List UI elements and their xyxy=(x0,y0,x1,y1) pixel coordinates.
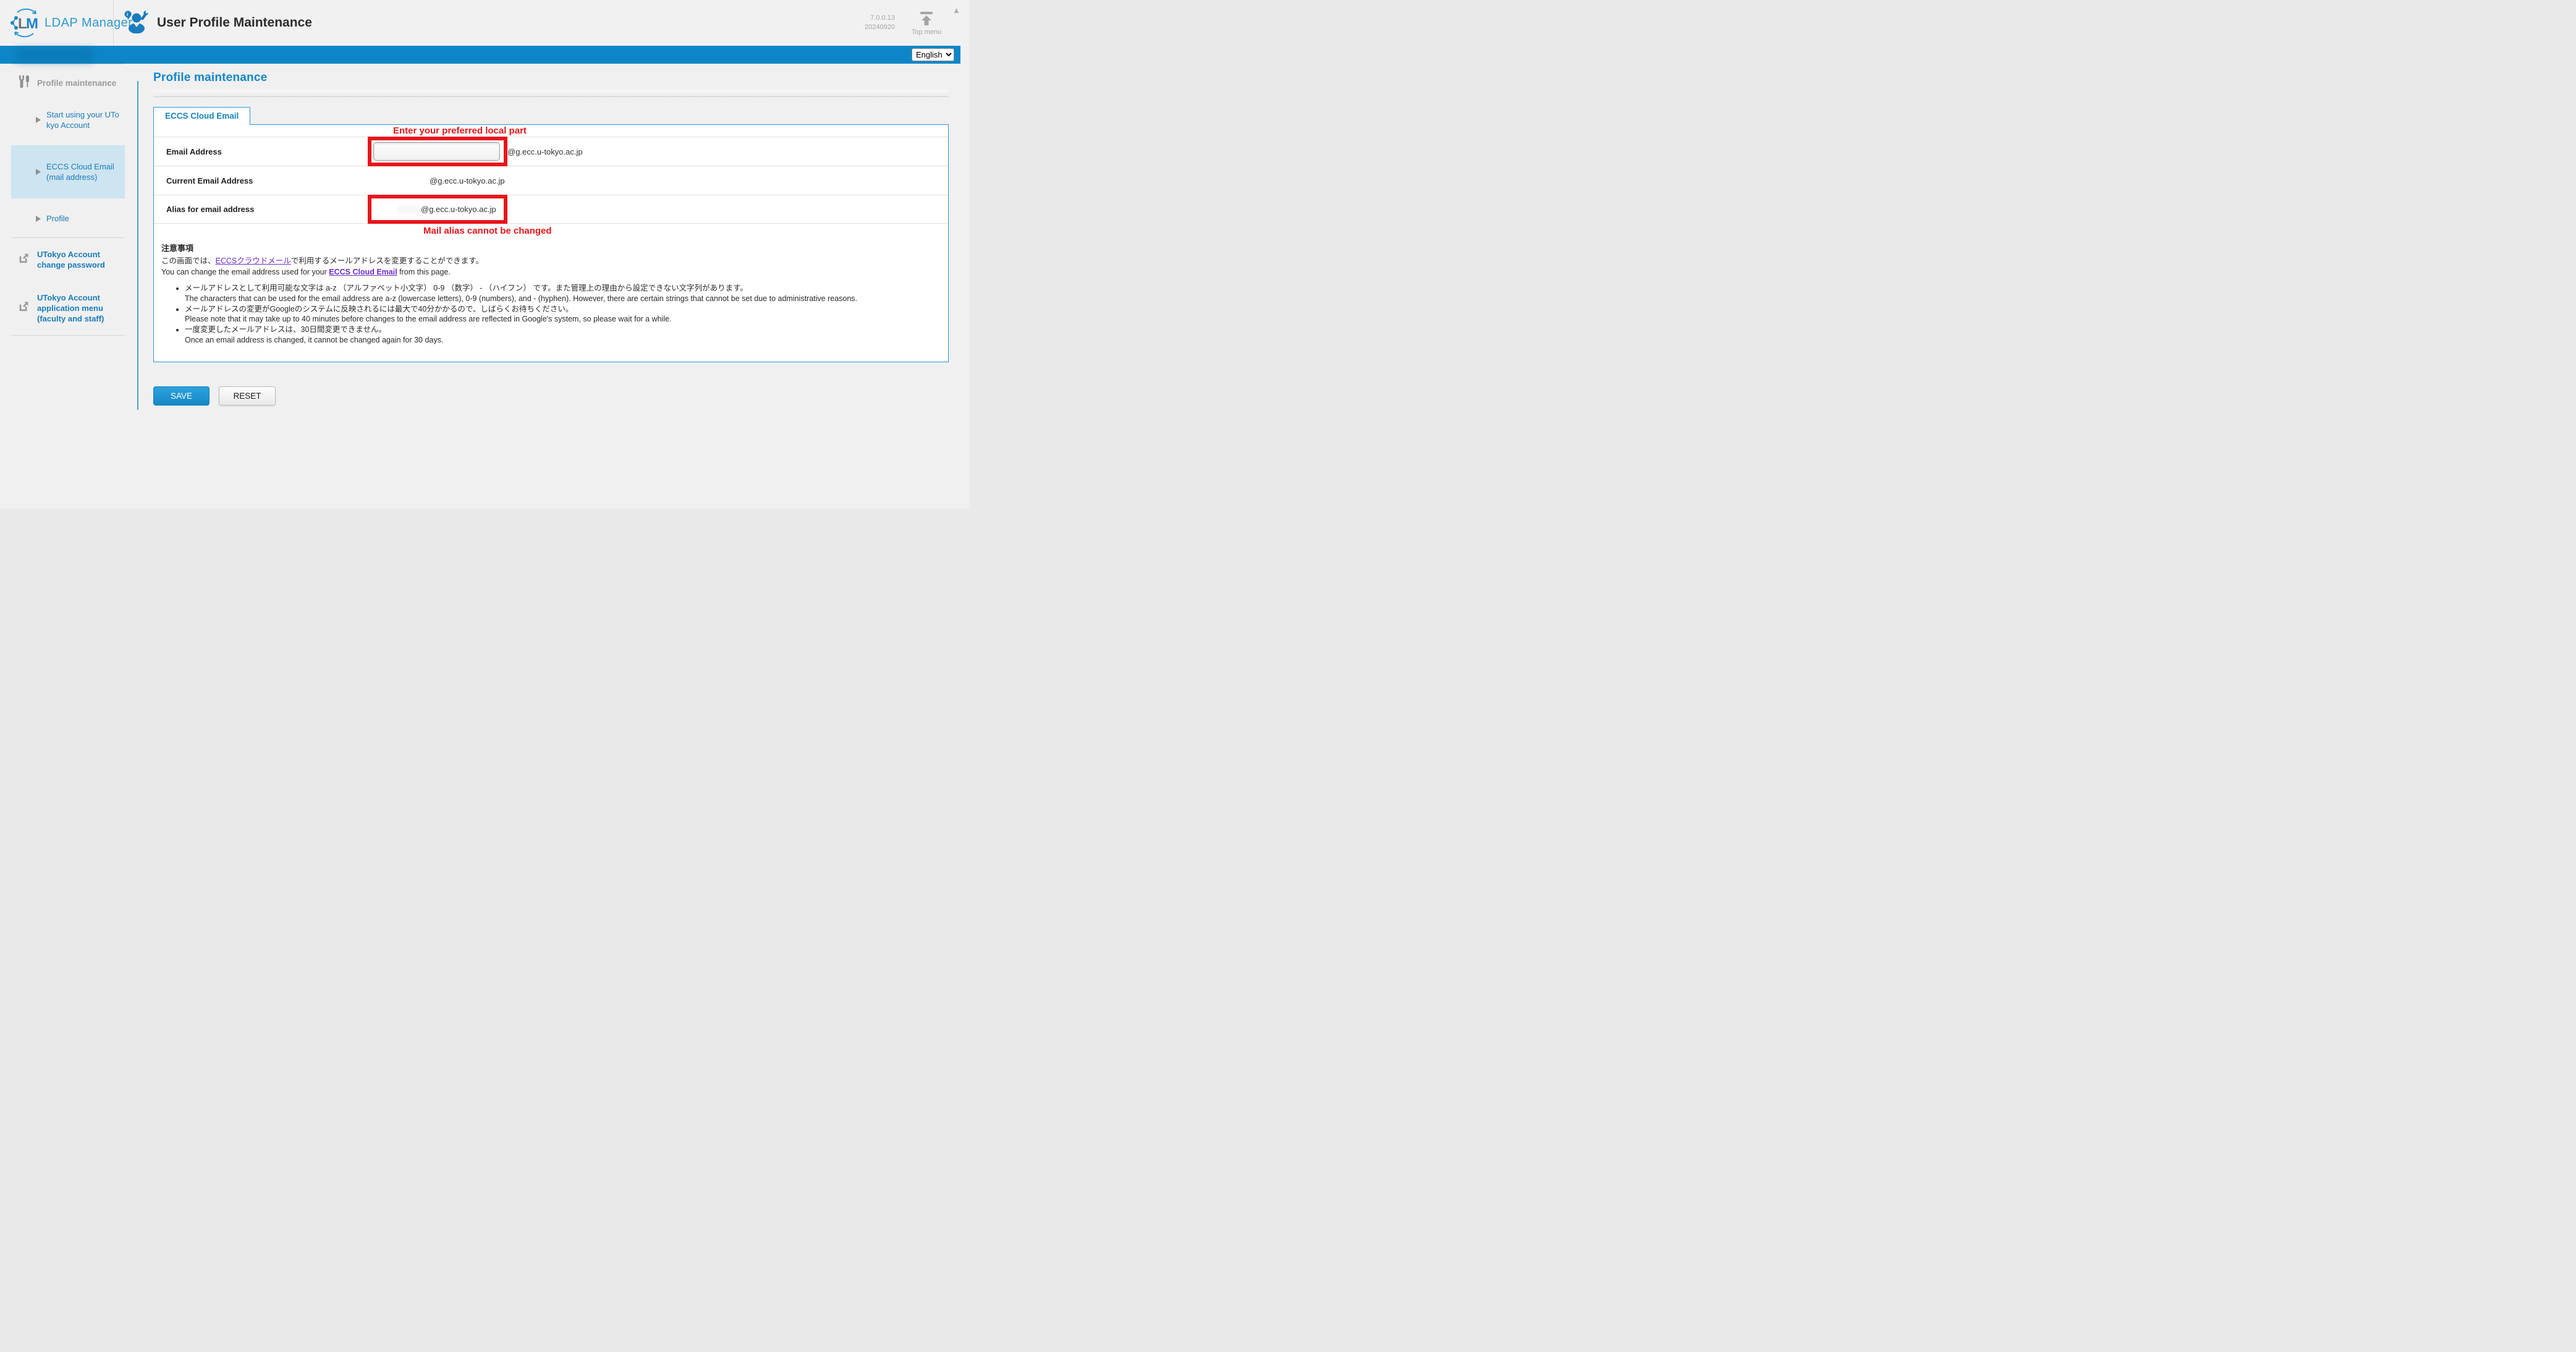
annotation-enter-local-part: Enter your preferred local part xyxy=(154,125,948,137)
sidebar-item-start-utokyo-account[interactable]: Start using your UTokyo Account xyxy=(11,101,125,139)
save-button[interactable]: SAVE xyxy=(153,386,210,406)
note-en: The characters that can be used for the … xyxy=(185,294,941,304)
language-bar: English xyxy=(0,46,960,64)
main-content: Profile maintenance ECCS Cloud Email Ent… xyxy=(137,64,969,406)
page-title-block: i User Profile Maintenance xyxy=(124,10,865,36)
current-email-row: Current Email Address @g.ecc.u-tokyo.ac.… xyxy=(154,166,948,195)
notes-heading: 注意事項 xyxy=(161,242,941,253)
page-heading: Profile maintenance xyxy=(153,71,949,85)
annotation-box-alias: @g.ecc.u-tokyo.ac.jp xyxy=(368,195,507,224)
tools-icon xyxy=(17,74,31,92)
notes-intro-en-text: You can change the email address used fo… xyxy=(161,268,329,276)
form-actions: SAVE RESET xyxy=(153,386,949,406)
email-address-row: Email Address @g.ecc.u-tokyo.ac.jp xyxy=(154,137,948,166)
alias-email-row: Alias for email address @g.ecc.u-tokyo.a… xyxy=(154,195,948,224)
notes-intro-en: You can change the email address used fo… xyxy=(161,267,941,278)
sidebar-link-label: UTokyo Account change password xyxy=(37,249,119,270)
top-menu-label: Top menu xyxy=(909,28,944,36)
scroll-top-icon[interactable]: ▲ xyxy=(952,6,960,14)
external-link-icon xyxy=(17,252,30,268)
note-jp: メールアドレスの変更がGoogleのシステムに反映されるには最大で40分かかるの… xyxy=(185,304,941,315)
sidebar-link-change-password[interactable]: UTokyo Account change password xyxy=(11,238,125,281)
redacted-alias-local-part xyxy=(397,205,420,214)
note-jp: 一度変更したメールアドレスは、30日間変更できません。 xyxy=(185,325,941,335)
email-local-part-input[interactable] xyxy=(373,142,500,161)
redacted-username xyxy=(16,48,93,62)
sidebar-item-label: ECCS Cloud Email (mail address) xyxy=(46,161,123,182)
brand-name: LDAP Manager xyxy=(44,16,132,30)
sidebar-nav-group: Start using your UTokyo Account ECCS Clo… xyxy=(11,101,137,237)
annotation-box-email-input xyxy=(368,137,507,166)
ldap-manager-app: L M LDAP Manager i Use xyxy=(0,0,969,509)
svg-text:M: M xyxy=(26,15,38,32)
triangle-icon xyxy=(36,216,41,222)
build-date: 20240920 xyxy=(865,23,895,32)
sidebar-link-application-menu[interactable]: UTokyo Account application menu (faculty… xyxy=(11,281,125,335)
note-item-google-delay: メールアドレスの変更がGoogleのシステムに反映されるには最大で40分かかるの… xyxy=(185,304,941,325)
note-jp: メールアドレスとして利用可能な文字は a-z （アルファベット小文字） 0-9 … xyxy=(185,283,941,294)
triangle-icon xyxy=(36,117,41,123)
note-item-30-days: 一度変更したメールアドレスは、30日間変更できません。 Once an emai… xyxy=(185,325,941,346)
annotation-alias-cannot-change: Mail alias cannot be changed xyxy=(154,226,948,237)
alias-domain-suffix: @g.ecc.u-tokyo.ac.jp xyxy=(421,205,496,214)
current-email-label: Current Email Address xyxy=(154,176,368,185)
sidebar-item-label: Start using your UTokyo Account xyxy=(46,109,123,130)
page-title: User Profile Maintenance xyxy=(157,15,312,30)
app-header: L M LDAP Manager i Use xyxy=(0,0,969,46)
heading-rule xyxy=(153,90,949,97)
sidebar-item-label: Profile xyxy=(46,213,123,224)
sidebar: Profile maintenance Start using your UTo… xyxy=(0,64,137,406)
sidebar-item-eccs-cloud-email[interactable]: ECCS Cloud Email (mail address) xyxy=(11,145,125,198)
email-address-label: Email Address xyxy=(154,147,368,156)
external-link-icon xyxy=(17,300,30,316)
sidebar-section-title: Profile maintenance xyxy=(37,79,116,88)
alias-email-label: Alias for email address xyxy=(154,205,368,214)
user-profile-icon: i xyxy=(124,10,150,36)
notes-intro-en-text: from this page. xyxy=(397,268,451,276)
notes-section: 注意事項 この画面では、ECCSクラウドメールで利用するメールアドレスを変更する… xyxy=(154,239,948,346)
current-email-domain-suffix: @g.ecc.u-tokyo.ac.jp xyxy=(430,176,505,185)
version-info: 7.0.0.13 20240920 xyxy=(865,14,895,32)
sidebar-link-label: UTokyo Account application menu (faculty… xyxy=(37,292,119,324)
top-menu-button[interactable]: Top menu xyxy=(909,11,944,36)
eccs-cloud-email-link-en[interactable]: ECCS Cloud Email xyxy=(329,268,397,276)
svg-text:i: i xyxy=(127,12,128,17)
notes-intro-jp: この画面では、ECCSクラウドメールで利用するメールアドレスを変更することができ… xyxy=(161,256,941,267)
brand-logo: L M LDAP Manager xyxy=(0,0,114,46)
eccs-cloud-mail-link-jp[interactable]: ECCSクラウドメール xyxy=(216,257,291,265)
note-en: Please note that it may take up to 40 mi… xyxy=(185,314,941,325)
sidebar-section-header: Profile maintenance xyxy=(11,64,125,101)
version-number: 7.0.0.13 xyxy=(865,14,895,23)
notes-bullet-list: メールアドレスとして利用可能な文字は a-z （アルファベット小文字） 0-9 … xyxy=(179,283,941,346)
note-en: Once an email address is changed, it can… xyxy=(185,335,941,346)
language-select[interactable]: English xyxy=(912,48,954,61)
top-menu-icon xyxy=(918,21,934,28)
ldap-manager-logo-icon: L M xyxy=(9,7,41,38)
sidebar-rule-bottom xyxy=(11,335,125,336)
triangle-icon xyxy=(36,169,41,175)
notes-intro-jp-text: この画面では、 xyxy=(161,257,216,265)
note-item-allowed-characters: メールアドレスとして利用可能な文字は a-z （アルファベット小文字） 0-9 … xyxy=(185,283,941,304)
eccs-cloud-email-panel: Enter your preferred local part Email Ad… xyxy=(153,124,949,362)
tab-eccs-cloud-email[interactable]: ECCS Cloud Email xyxy=(153,107,250,125)
sidebar-item-profile[interactable]: Profile xyxy=(11,205,125,232)
reset-button[interactable]: RESET xyxy=(219,386,276,406)
redacted-current-local-part xyxy=(374,176,430,185)
email-domain-suffix: @g.ecc.u-tokyo.ac.jp xyxy=(507,147,583,156)
notes-intro-jp-text: で利用するメールアドレスを変更することができます。 xyxy=(291,257,483,265)
sidebar-divider xyxy=(137,81,138,410)
